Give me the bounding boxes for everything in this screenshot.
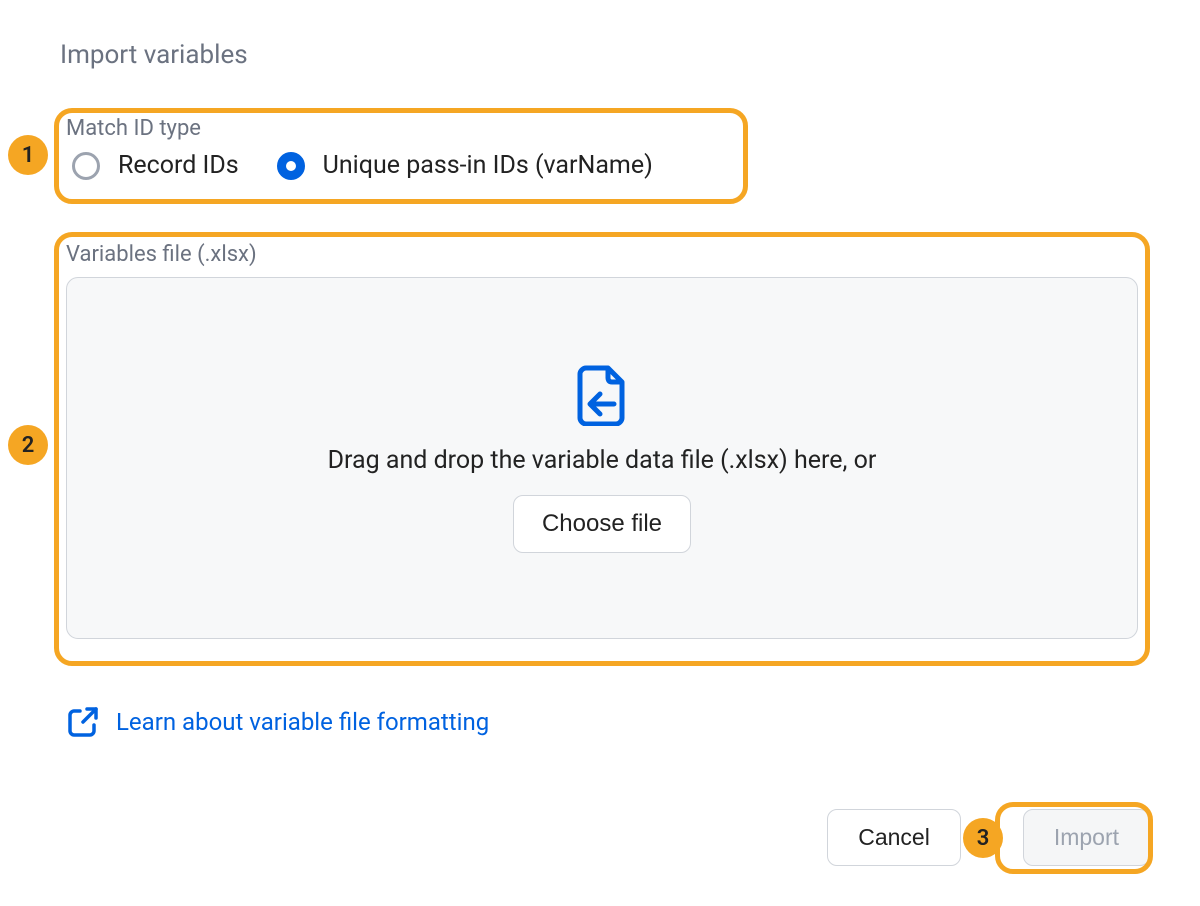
external-link-icon [66, 705, 100, 739]
radio-option-unique-passin[interactable]: Unique pass-in IDs (varName) [277, 151, 653, 180]
match-id-label: Match ID type [66, 116, 738, 141]
radio-icon [277, 152, 305, 180]
variables-file-label: Variables file (.xlsx) [66, 242, 1138, 267]
cancel-button[interactable]: Cancel [827, 809, 961, 866]
radio-label: Unique pass-in IDs (varName) [323, 151, 653, 180]
callout-badge-2: 2 [8, 425, 48, 465]
radio-label: Record IDs [118, 151, 239, 180]
radio-icon [72, 152, 100, 180]
variables-file-section: Variables file (.xlsx) Drag and drop the… [66, 242, 1138, 639]
file-import-icon [574, 364, 630, 426]
match-id-section: Match ID type Record IDs Unique pass-in … [66, 116, 738, 180]
learn-formatting-link[interactable]: Learn about variable file formatting [116, 708, 489, 736]
match-id-radio-group: Record IDs Unique pass-in IDs (varName) [66, 151, 738, 180]
import-button[interactable]: Import [1023, 809, 1150, 866]
learn-link-row: Learn about variable file formatting [66, 705, 489, 739]
import-variables-dialog: Import variables Match ID type Record ID… [0, 0, 1200, 906]
choose-file-button[interactable]: Choose file [513, 495, 691, 553]
callout-badge-3: 3 [963, 818, 1003, 858]
callout-badge-1: 1 [8, 135, 48, 175]
file-drop-zone[interactable]: Drag and drop the variable data file (.x… [66, 277, 1138, 639]
drop-zone-text: Drag and drop the variable data file (.x… [328, 446, 877, 475]
dialog-title: Import variables [60, 40, 1150, 70]
radio-option-record-ids[interactable]: Record IDs [72, 151, 239, 180]
